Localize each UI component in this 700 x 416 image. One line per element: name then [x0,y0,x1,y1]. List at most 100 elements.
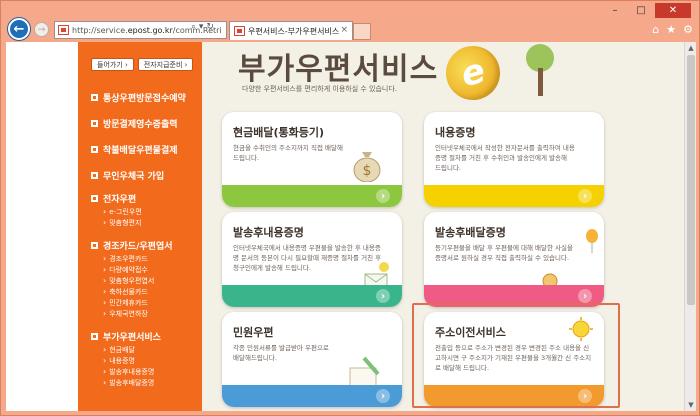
browser-window: – □ ✕ ← → http://service. epost.go.kr/com… [0,0,700,416]
sub-item[interactable]: 우체국연하장 [103,308,195,319]
enter-button[interactable]: 들어가기 › [91,58,134,71]
card-band [424,185,604,207]
payment-ready-button[interactable]: 전자지급준비 › [137,58,194,71]
sub-menu: e-그린우편 맞춤형편지 [91,206,195,228]
home-icon[interactable]: ⌂ [652,23,659,36]
card-post-send-certification[interactable]: 발송후내용증명 인터넷우체국에서 내용증명 우편물을 발송한 후 내용증명 문서… [222,212,402,307]
card-band [222,185,402,207]
url-host: epost.go.kr [127,25,173,35]
scroll-thumb[interactable] [687,55,695,305]
sub-item[interactable]: 다량예약접수 [103,264,195,275]
sidebar-group-extra-services: 부가우편서비스 현금배달 내용증명 발송후내용증명 발송후배달증명 [91,328,195,388]
scroll-down-icon[interactable]: ▼ [685,399,697,411]
sidebar-group-e-mail: 전자우편 e-그린우편 맞춤형편지 [91,190,195,228]
card-civil-mail[interactable]: 민원우편 각종 민원서류를 발급받아 우편으로 배달해드립니다. › [222,312,402,407]
sub-item[interactable]: 발송후배달증명 [103,377,195,388]
sub-item[interactable]: 민간제휴카드 [103,297,195,308]
sub-item[interactable]: 발송후내용증명 [103,366,195,377]
balloon-icon [586,229,598,253]
sub-item[interactable]: 맞춤형편지 [103,217,195,228]
back-arrow-icon[interactable]: ← [8,18,30,40]
card-title: 내용증명 [435,126,476,139]
sub-item[interactable]: 내용증명 [103,355,195,366]
tab-favicon-icon [234,26,245,36]
sidebar-group-cards: 경조카드/우편엽서 경조우편카드 다량예약접수 맞춤형우편엽서 축하선물카드 민… [91,237,195,319]
bullet-icon [91,145,98,153]
active-tab[interactable]: 우편서비스-부가우편서비스 × [229,21,353,40]
refresh-icon[interactable]: ↻ [206,22,214,32]
chevron-right-icon[interactable]: › [578,189,592,203]
bullet-icon [91,241,98,249]
sidebar-menu: 통상우편방문접수예약 방문결제영수증출력 착불배달우편물결제 무인우체국 가입 … [91,84,195,388]
chevron-right-icon[interactable]: › [376,289,390,303]
card-title: 발송후배달증명 [435,226,506,239]
card-description: 인터넷우체국에서 작성한 전자문서를 출력하여 내용증명 절차를 거친 후 수취… [435,144,575,172]
chevron-right-icon[interactable]: › [578,289,592,303]
sidebar-item-extra-services[interactable]: 부가우편서비스 [91,328,195,344]
card-cash-delivery[interactable]: 현금배달(통화등기) 현금을 수취인의 주소지까지 직접 배달해드립니다. $ … [222,112,402,207]
e-logo-icon: e [439,42,507,107]
gear-icon[interactable]: ⚙ [683,23,693,36]
card-description: 현금을 수취인의 주소지까지 직접 배달해드립니다. [233,144,343,162]
close-window-icon[interactable]: ✕ [655,3,691,18]
tree-trunk [538,68,543,96]
card-band [222,285,402,307]
sidebar-item-receipt-print[interactable]: 방문결제영수증출력 [91,110,195,136]
page-title: 부가우편서비스 [238,52,439,87]
forward-arrow-icon[interactable]: → [34,22,49,37]
sub-item[interactable]: 경조우편카드 [103,253,195,264]
tab-close-icon[interactable]: × [340,25,348,35]
card-title: 현금배달(통화등기) [233,126,325,139]
browser-tools: ⌂ ★ ⚙ [652,23,693,36]
card-title: 발송후내용증명 [233,226,304,239]
card-description: 등기우편물을 배달 후 우편물에 대해 배달한 사실을 증명서로 원하실 경우 … [435,244,573,262]
sidebar-item-visit-booking[interactable]: 통상우편방문접수예약 [91,84,195,110]
url-prefix: http://service. [72,25,128,35]
chevron-right-icon[interactable]: › [376,189,390,203]
sub-menu: 현금배달 내용증명 발송후내용증명 발송후배달증명 [91,344,195,388]
maximize-icon[interactable]: □ [629,3,653,18]
dropdown-icon[interactable]: ▾ [199,22,204,32]
navigation-bar: ← → http://service. epost.go.kr/comm.Retr… [1,18,700,42]
sidebar-top-buttons: 들어가기 › 전자지급준비 › [91,58,194,71]
sidebar-item-e-mail[interactable]: 전자우편 [91,190,195,206]
scroll-up-icon[interactable]: ▲ [685,42,697,54]
bullet-icon [91,93,98,101]
vertical-scrollbar[interactable]: ▲ ▼ [684,42,696,411]
bullet-icon [91,119,98,127]
page-viewport: 들어가기 › 전자지급준비 › 통상우편방문접수예약 방문결제영수증출력 착불배… [6,42,684,411]
tree-icon [520,42,560,100]
selection-highlight [412,303,620,408]
sidebar-item-cards[interactable]: 경조카드/우편엽서 [91,237,195,253]
sidebar-item-cod-payment[interactable]: 착불배달우편물결제 [91,136,195,162]
card-band [222,385,402,407]
new-tab-button[interactable] [353,23,371,40]
minimize-icon[interactable]: – [603,3,627,18]
site-favicon-icon [58,25,69,35]
card-title: 민원우편 [233,326,274,339]
sub-item[interactable]: 축하선물카드 [103,286,195,297]
tab-title: 우편서비스-부가우편서비스 [248,26,340,36]
star-icon[interactable]: ★ [666,23,676,36]
money-bag-icon: $ [353,152,381,182]
chevron-right-icon[interactable]: › [376,389,390,403]
card-description: 인터넷우체국에서 내용증명 우편물을 발송한 후 내용증명 문서의 등본이 다시… [233,244,382,272]
bullet-icon [91,332,98,340]
sub-item[interactable]: 맞춤형우편엽서 [103,275,195,286]
window-controls: – □ ✕ [603,3,691,18]
address-tools: ⌕ ▾ ↻ [191,22,214,32]
card-content-certification[interactable]: 내용증명 인터넷우체국에서 작성한 전자문서를 출력하여 내용증명 절차를 거친… [424,112,604,207]
search-icon[interactable]: ⌕ [191,22,196,32]
main-content: 부가우편서비스 다양한 우편서비스를 편리하게 이용하실 수 있습니다. e 현… [202,42,684,411]
sub-menu: 경조우편카드 다량예약접수 맞춤형우편엽서 축하선물카드 민간제휴카드 우체국연… [91,253,195,319]
sub-item[interactable]: e-그린우편 [103,206,195,217]
sidebar: 들어가기 › 전자지급준비 › 통상우편방문접수예약 방문결제영수증출력 착불배… [78,42,202,411]
card-post-send-delivery[interactable]: 발송후배달증명 등기우편물을 배달 후 우편물에 대해 배달한 사실을 증명서로… [424,212,604,307]
card-description: 각종 민원서류를 발급받아 우편으로 배달해드립니다. [233,344,329,362]
sidebar-item-unmanned-office[interactable]: 무인우체국 가입 [91,162,195,188]
page-subtitle: 다양한 우편서비스를 편리하게 이용하실 수 있습니다. [242,85,398,93]
svg-text:$: $ [363,163,372,179]
sub-item[interactable]: 현금배달 [103,344,195,355]
